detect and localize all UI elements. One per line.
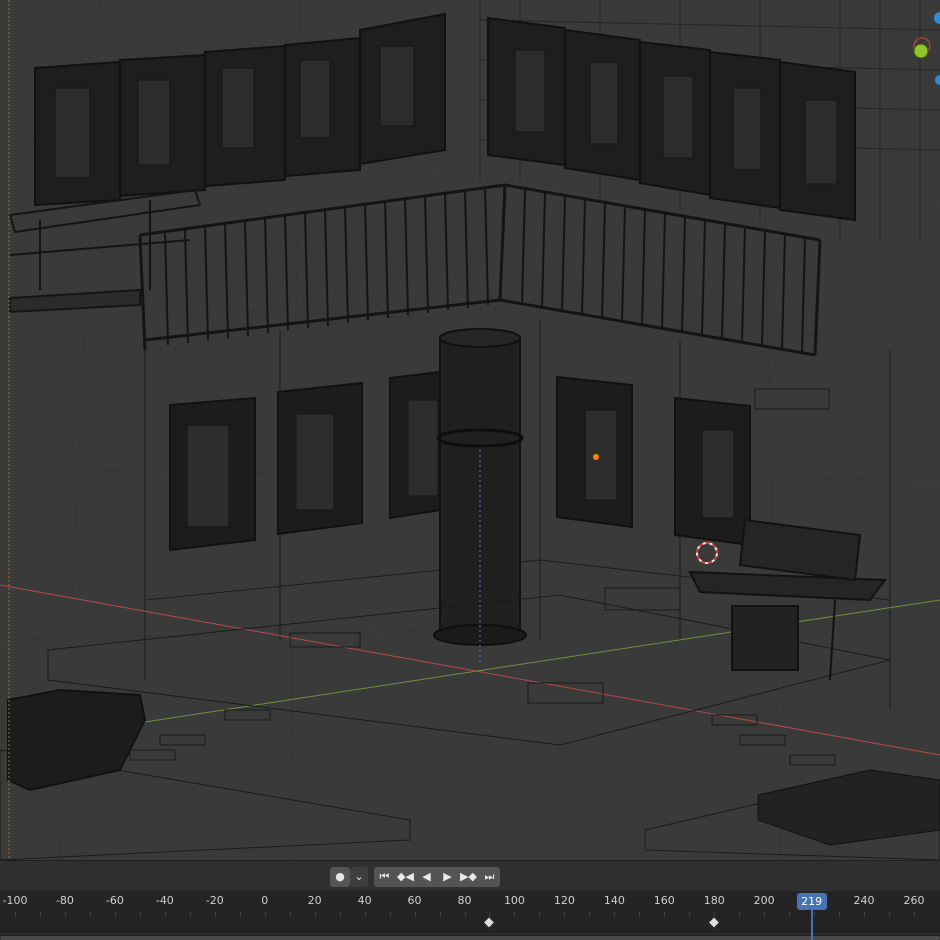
play-reverse-icon[interactable]: ◀ [416, 867, 437, 887]
scrollbar-thumb[interactable] [0, 936, 940, 940]
frame-gridline [589, 912, 591, 917]
frame-gridline [189, 912, 191, 917]
neg-z-axis-handle [935, 75, 940, 85]
frame-gridline [414, 912, 416, 917]
frame-gridline [239, 912, 241, 917]
car-model [7, 688, 147, 792]
y-axis-handle [913, 43, 929, 59]
frame-tick-label: 200 [753, 894, 775, 907]
transport-buttons: ⏮ ◆◀ ◀ ▶ ▶◆ ⏭ [374, 867, 500, 887]
frame-tick-label: 100 [503, 894, 525, 907]
frame-gridline [914, 912, 915, 917]
frame-gridline [39, 912, 41, 917]
timeline-editor: ● ⌄ ⏮ ◆◀ ◀ ▶ ▶◆ ⏭ -100 -80 -60 -40 -20 0 20 40 6… [0, 860, 940, 940]
frame-tick-label: 80 [457, 894, 472, 907]
frame-gridline [289, 912, 291, 917]
frame-tick-label: 60 [407, 894, 422, 907]
3d-cursor[interactable] [696, 542, 718, 564]
3d-viewport[interactable] [0, 0, 940, 860]
play-icon[interactable]: ▶ [437, 867, 458, 887]
frame-tick-label: -20 [205, 894, 224, 907]
frame-tick-label: -40 [155, 894, 174, 907]
frame-gridline [214, 912, 216, 917]
frame-gridline [539, 912, 541, 917]
auto-keying-record-icon[interactable]: ● [330, 867, 350, 887]
street-bench [688, 518, 887, 681]
frame-tick-label: 20 [307, 894, 322, 907]
keyframe-track[interactable] [0, 911, 940, 933]
jump-start-icon[interactable]: ⏮ [374, 867, 395, 887]
upper-left-scaffold [8, 188, 202, 314]
frame-tick-label: 120 [553, 894, 575, 907]
frame-gridline [439, 912, 441, 917]
frame-gridline [889, 912, 891, 917]
frame-gridline [139, 912, 141, 917]
frame-gridline [839, 912, 841, 917]
frame-tick-label: -80 [55, 894, 74, 907]
frame-tick-label: 0 [261, 894, 269, 907]
frame-gridline [364, 912, 366, 917]
frame-gridline [89, 912, 91, 917]
frame-tick-label: 240 [853, 894, 875, 907]
current-frame-indicator[interactable]: 219 [796, 893, 827, 910]
frame-gridline [639, 912, 641, 917]
frame-gridline [814, 912, 816, 917]
frame-gridline [164, 912, 166, 917]
frame-gridline [564, 912, 566, 917]
central-column [433, 328, 527, 665]
frame-gridline [764, 912, 766, 917]
frame-gridline [15, 912, 16, 917]
frame-gridline [264, 912, 266, 917]
frame-gridline [389, 912, 391, 917]
timeline-scrollbar[interactable] [0, 935, 940, 940]
navigation-gizmo[interactable] [900, 0, 940, 100]
frame-gridline [314, 912, 316, 917]
next-keyframe-icon[interactable]: ▶◆ [458, 867, 479, 887]
frame-tick-label: 40 [357, 894, 372, 907]
frame-gridline [339, 912, 341, 917]
auto-keying-menu-icon[interactable]: ⌄ [350, 867, 368, 887]
frame-gridline [789, 912, 791, 917]
frame-gridline [64, 912, 66, 917]
frame-gridline [464, 912, 466, 917]
frame-tick-label: -60 [105, 894, 124, 907]
playback-controls: ● ⌄ ⏮ ◆◀ ◀ ▶ ▶◆ ⏭ [0, 861, 940, 891]
frame-gridline [864, 912, 866, 917]
frame-gridline [739, 912, 741, 917]
vehicle-mesh [757, 769, 940, 846]
frame-tick-label: 160 [653, 894, 675, 907]
z-axis-handle [934, 12, 940, 24]
frame-gridline [614, 912, 616, 917]
object-origin [593, 454, 599, 460]
playhead-line[interactable] [810, 910, 813, 940]
wireframe-scene [0, 0, 940, 860]
frame-tick-label: 260 [903, 894, 925, 907]
frame-tick-label: 140 [603, 894, 625, 907]
frame-gridline [114, 912, 116, 917]
frame-gridline [514, 912, 516, 917]
jump-end-icon[interactable]: ⏭ [479, 867, 500, 887]
frame-tick-label: -100 [2, 894, 28, 907]
prev-keyframe-icon[interactable]: ◆◀ [395, 867, 416, 887]
frame-gridline [689, 912, 691, 917]
frame-tick-label: 180 [703, 894, 725, 907]
frame-gridline [664, 912, 666, 917]
